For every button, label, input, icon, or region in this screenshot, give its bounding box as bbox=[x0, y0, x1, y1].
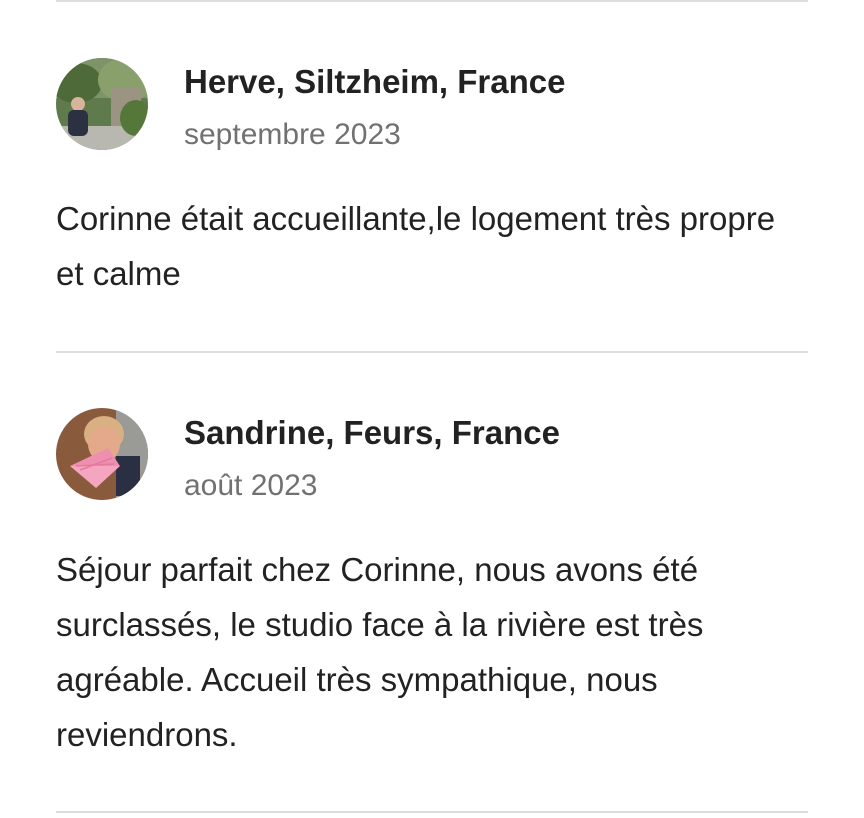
review-item: Herve, Siltzheim, France septembre 2023 … bbox=[56, 56, 808, 316]
reviewer-name: Herve, Siltzheim, France bbox=[184, 63, 566, 100]
review-text: Séjour parfait chez Corinne, nous avons … bbox=[56, 551, 704, 753]
review-date: août 2023 bbox=[184, 469, 318, 502]
review-text: Corinne était accueillante,le logement t… bbox=[56, 200, 776, 292]
reviewer-avatar[interactable] bbox=[56, 58, 148, 150]
review-item: Sandrine, Feurs, France août 2023 Séjour… bbox=[56, 407, 808, 767]
top-divider bbox=[56, 0, 808, 2]
user-photo-outdoor-icon bbox=[56, 58, 148, 150]
reviewer-name: Sandrine, Feurs, France bbox=[184, 414, 560, 451]
user-photo-fan-icon bbox=[56, 408, 148, 500]
reviewer-avatar[interactable] bbox=[56, 408, 148, 500]
review-date: septembre 2023 bbox=[184, 118, 401, 151]
review-divider bbox=[56, 351, 808, 353]
bottom-divider bbox=[56, 811, 808, 813]
